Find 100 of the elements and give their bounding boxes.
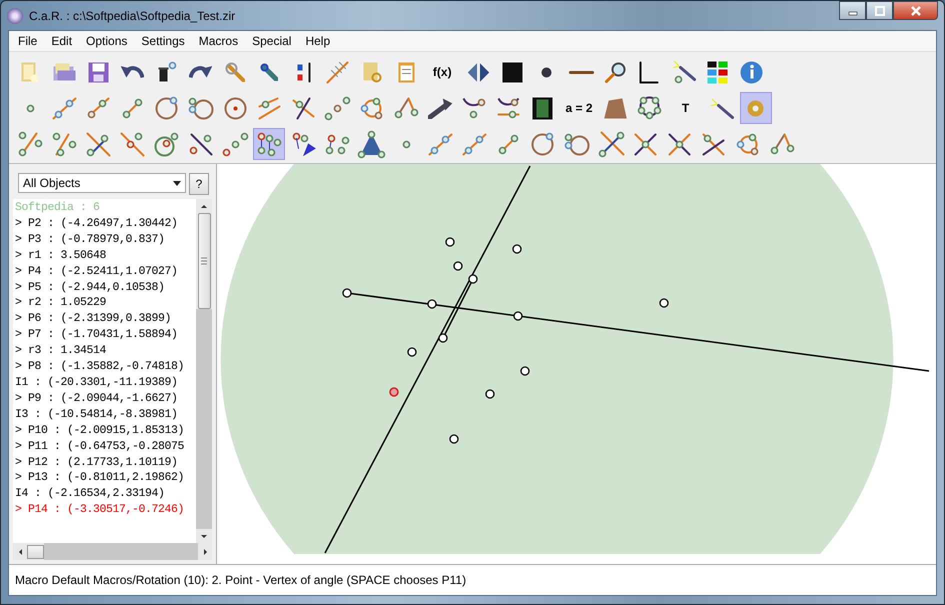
menu-item[interactable]: Edit (44, 34, 80, 48)
object-entry[interactable]: > P4 : (-2.52411,1.07027) (15, 264, 196, 280)
triangle-button[interactable] (356, 128, 388, 160)
close-button[interactable] (893, 1, 938, 20)
object-entry[interactable]: > P13 : (-0.81011,2.19862) (15, 470, 196, 486)
vertical-scrollbar[interactable] (196, 199, 212, 543)
grip-icon (201, 257, 207, 265)
save-icon (86, 60, 110, 84)
object-entry[interactable]: > r3 : 1.34514 (15, 343, 196, 360)
angle-icon (394, 97, 419, 119)
tool-button[interactable]: a = 2 (561, 92, 597, 124)
points-tree-icon (256, 132, 282, 156)
point-marker (407, 347, 417, 357)
point-marker (342, 288, 352, 298)
filter-dropdown[interactable]: All Objects (18, 173, 186, 193)
minimize-button[interactable] (839, 1, 866, 20)
magic-wand-icon (672, 60, 696, 84)
scroll-thumb[interactable] (27, 544, 44, 558)
object-entry[interactable]: I4 : (-2.16534,2.33194) (15, 486, 196, 502)
menu-item[interactable]: Macros (192, 34, 246, 48)
status-text: Macro Default Macros/Rotation (10): 2. Point - Vertex of angle (SPACE chooses P11) (9, 564, 936, 595)
crossing-lines-icon (668, 132, 692, 156)
intersection-icon (86, 132, 111, 156)
line-icon (462, 132, 487, 156)
quadrilateral-icon (604, 98, 627, 118)
object-entry[interactable]: > P12 : (2.17733,1.10119) (15, 454, 196, 470)
points-tree-button[interactable] (253, 128, 286, 160)
object-entry[interactable]: > P11 : (-0.64753,-0.28075 (15, 438, 196, 454)
object-entry[interactable]: > P9 : (-2.09044,-1.6627) (15, 390, 196, 407)
crossing-lines-icon (634, 132, 657, 156)
zoom-icon (604, 62, 626, 82)
point-marker (659, 298, 669, 308)
app-icon (7, 8, 23, 24)
menu-item[interactable]: Special (245, 34, 298, 48)
clipboard-icon (396, 60, 416, 84)
segment-icon (122, 98, 144, 118)
point-marker (512, 244, 522, 254)
segment-icon (498, 134, 520, 154)
open-folder-icon (52, 62, 77, 82)
point-on-line-icon (18, 131, 42, 157)
help-button[interactable]: ? (189, 173, 209, 195)
line-icon (428, 132, 453, 156)
point-marker (449, 434, 459, 444)
object-entry[interactable]: > P10 : (-2.00915,1.85313) (15, 422, 196, 439)
point-marker (520, 366, 530, 376)
line-point-icon (188, 132, 213, 156)
menu-item[interactable]: Settings (134, 34, 192, 48)
object-entry[interactable]: I3 : (-10.54814,-8.38981) (15, 406, 196, 423)
perpendicular-point-icon (120, 132, 146, 156)
tool-button[interactable]: T (668, 92, 704, 124)
redo-arrow-icon (189, 66, 212, 78)
triangle-circle-icon (736, 132, 760, 156)
horizontal-scrollbar[interactable] (13, 543, 212, 560)
object-entry[interactable]: > P14 : (-3.30517,-0.7246) (15, 502, 196, 518)
menu-item[interactable]: Help (298, 34, 338, 48)
film-strip-icon (531, 96, 554, 120)
tool-button[interactable]: f(x) (424, 56, 460, 88)
circle-three-points-icon (188, 96, 214, 120)
angle-icon (770, 133, 795, 155)
axes-icon (639, 60, 660, 84)
perpendicular-icon (292, 96, 315, 120)
maximize-button[interactable] (866, 1, 893, 20)
dot-icon (540, 66, 554, 78)
crossing-lines-icon (702, 132, 726, 156)
point-marker (453, 261, 463, 271)
delete-point-icon (156, 61, 177, 83)
point-on-line-icon (52, 132, 77, 156)
point-marker (427, 299, 437, 309)
filled-square-icon (501, 60, 524, 84)
line-icon (52, 96, 77, 120)
object-entry[interactable]: > P7 : (-1.70431,1.58894) (15, 327, 196, 344)
object-entry[interactable]: > P5 : (-2.944,0.10538) (15, 280, 196, 296)
new-file-icon (20, 60, 40, 84)
ray-icon (86, 97, 110, 119)
point-marker (445, 237, 455, 247)
menu-item[interactable]: Options (79, 34, 134, 48)
circle-icon (531, 132, 554, 156)
object-entry[interactable]: > r1 : 3.50648 (15, 248, 196, 264)
hatch-line-icon (326, 60, 350, 84)
sort-icon (296, 62, 311, 82)
line-icon (568, 70, 594, 74)
scroll-thumb[interactable] (198, 213, 210, 309)
object-entry[interactable]: I1 : (-20.3301,-11.19389) (15, 374, 196, 391)
curve-point-icon (462, 97, 486, 119)
point-marker (513, 311, 523, 321)
menu-item[interactable]: File (11, 34, 44, 48)
object-entry[interactable]: > P8 : (-1.35882,-0.74818) (15, 359, 196, 375)
maximize-icon (874, 6, 886, 16)
parallel-icon (258, 96, 281, 120)
object-entry[interactable]: > r2 : 1.05229 (15, 295, 196, 312)
point-marker (438, 333, 448, 343)
object-entry[interactable]: > P3 : (-0.78979,0.837) (15, 232, 196, 248)
object-entry[interactable]: > P2 : (-4.26497,1.30442) (15, 216, 196, 232)
circle-center-icon (224, 96, 247, 120)
color-grid-icon (706, 60, 730, 84)
circle-icon (155, 96, 178, 120)
object-entry[interactable]: > P6 : (-2.31399,0.3899) (15, 311, 196, 328)
gear-icon (746, 98, 766, 118)
two-segments-icon (325, 134, 350, 154)
three-points-icon (222, 132, 249, 156)
